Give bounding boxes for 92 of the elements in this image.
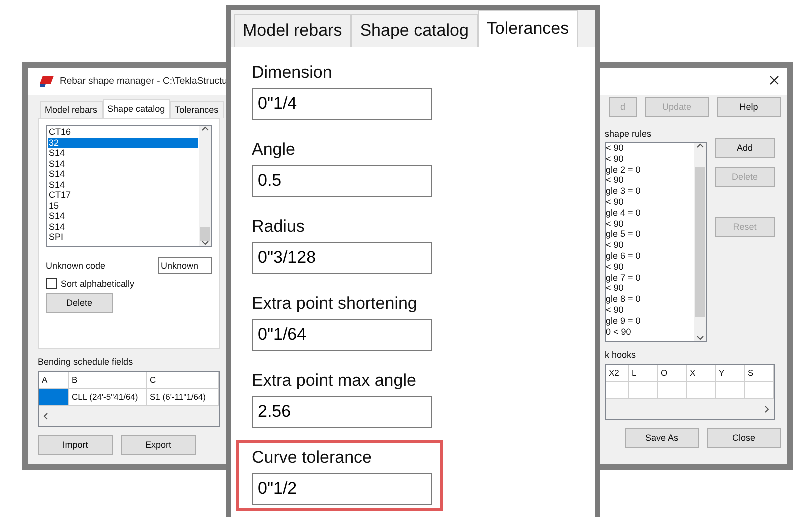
list-item[interactable]: 32 xyxy=(48,138,198,148)
rule-line: gle 8 = 0 xyxy=(606,294,642,305)
section-label: Bending schedule fields xyxy=(38,357,134,367)
column-header[interactable]: Y xyxy=(716,365,745,382)
toolbar-button[interactable]: Help xyxy=(717,97,781,117)
field-label: Curve tolerance xyxy=(252,447,374,469)
dialog-button[interactable]: Export xyxy=(121,435,196,455)
rule-line: < 90 xyxy=(606,154,625,165)
table-cell[interactable] xyxy=(687,382,716,399)
delete-button[interactable]: Delete xyxy=(46,293,113,313)
tab[interactable]: Tolerances xyxy=(170,101,224,118)
input-field[interactable]: 0"1/4 xyxy=(252,88,432,120)
table-cell[interactable] xyxy=(39,389,69,406)
list-item[interactable]: S14 xyxy=(48,211,198,222)
input-field[interactable]: 0"3/128 xyxy=(252,242,432,274)
rule-line: < 90 xyxy=(606,262,625,273)
table-cell[interactable]: CLL (24'-5"41/64) xyxy=(69,389,147,406)
rule-button[interactable]: Add xyxy=(715,138,775,158)
field-label: Dimension xyxy=(252,62,334,84)
list-item[interactable]: S14 xyxy=(48,158,198,169)
field-label: Extra point shortening xyxy=(252,293,418,315)
rule-line: < 90 xyxy=(606,240,625,251)
input-field[interactable]: 0"1/64 xyxy=(252,319,432,351)
tab[interactable]: Model rebars xyxy=(234,14,352,47)
window-title: Rebar shape manager - C:\TeklaStructu xyxy=(60,76,228,87)
checkbox[interactable] xyxy=(46,278,57,289)
chevron-right-icon[interactable] xyxy=(765,406,770,412)
rule-line: < 90 xyxy=(606,304,625,316)
input-field[interactable]: 0.5 xyxy=(252,165,432,197)
list-item[interactable]: S14 xyxy=(48,169,198,180)
rule-line: gle 7 = 0 xyxy=(606,272,642,284)
column-header[interactable]: X2 xyxy=(606,365,629,382)
rule-line: < 90 xyxy=(606,175,625,186)
list-item[interactable]: SPI xyxy=(48,232,198,242)
tab[interactable]: Shape catalog xyxy=(351,14,478,47)
rule-line: gle 9 = 0 xyxy=(606,316,642,327)
input-field[interactable]: 0"1/2 xyxy=(252,473,432,505)
rule-line: < 90 xyxy=(606,283,625,294)
scrollbar[interactable] xyxy=(199,126,211,246)
table-cell[interactable] xyxy=(606,382,629,399)
dialog-button[interactable]: Save As xyxy=(625,428,699,448)
rule-line: gle 4 = 0 xyxy=(606,208,642,219)
rule-line: < 90 xyxy=(606,196,625,208)
section-label: shape rules xyxy=(605,129,653,139)
rule-line: gle 3 = 0 xyxy=(606,186,642,197)
tab[interactable]: Model rebars xyxy=(40,101,103,118)
table-cell[interactable] xyxy=(658,382,687,399)
list-item[interactable]: S14 xyxy=(48,180,198,190)
chevron-down-icon[interactable] xyxy=(202,241,208,246)
rule-line: < 90 xyxy=(606,143,625,154)
chevron-up-icon[interactable] xyxy=(202,126,208,131)
input-field[interactable]: 2.56 xyxy=(252,396,432,428)
column-header[interactable]: X xyxy=(687,365,716,382)
rebar-logo-icon xyxy=(40,76,54,87)
rule-line: gle 6 = 0 xyxy=(606,250,642,262)
rule-line: 0 < 90 xyxy=(606,326,632,338)
column-header[interactable]: S xyxy=(745,365,774,382)
table-cell[interactable] xyxy=(716,382,745,399)
field-label: Unknown code xyxy=(46,260,106,270)
scrollbar-thumb[interactable] xyxy=(695,167,705,317)
list-item[interactable]: CT16 xyxy=(48,127,198,138)
field-label: Extra point max angle xyxy=(252,370,418,392)
list-item[interactable]: S14 xyxy=(48,222,198,232)
list-item[interactable]: 15 xyxy=(48,200,198,211)
section-label: k hooks xyxy=(605,350,636,360)
table-cell[interactable]: S1 (6'-11"1/64) xyxy=(147,389,219,406)
input-field[interactable]: Unknown xyxy=(158,257,212,274)
column-header[interactable]: O xyxy=(658,365,687,382)
list-item[interactable]: S14 xyxy=(48,148,198,158)
scrollbar-thumb[interactable] xyxy=(200,227,210,241)
column-header[interactable]: A xyxy=(39,372,69,389)
rule-line: < 90 xyxy=(606,218,625,230)
dialog-button[interactable]: Close xyxy=(707,428,781,448)
column-header[interactable]: B xyxy=(69,372,147,389)
tab[interactable]: Shape catalog xyxy=(102,99,170,118)
column-header[interactable]: L xyxy=(629,365,658,382)
close-icon[interactable] xyxy=(770,76,779,85)
table-cell[interactable] xyxy=(745,382,774,399)
rule-line: gle 5 = 0 xyxy=(606,229,642,240)
list-item[interactable]: CT17 xyxy=(48,190,198,200)
field-label: Radius xyxy=(252,216,306,238)
field-label: Angle xyxy=(252,139,296,161)
checkbox-label: Sort alphabetically xyxy=(61,278,135,288)
table-cell[interactable] xyxy=(629,382,658,399)
scrollbar[interactable] xyxy=(694,143,706,341)
column-header[interactable]: C xyxy=(147,372,219,389)
rule-line: gle 2 = 0 xyxy=(606,164,642,176)
chevron-left-icon[interactable] xyxy=(43,412,48,420)
chevron-down-icon[interactable] xyxy=(696,336,704,341)
dialog-button[interactable]: Import xyxy=(38,435,113,455)
chevron-up-icon[interactable] xyxy=(696,143,704,148)
tab[interactable]: Tolerances xyxy=(478,10,578,47)
